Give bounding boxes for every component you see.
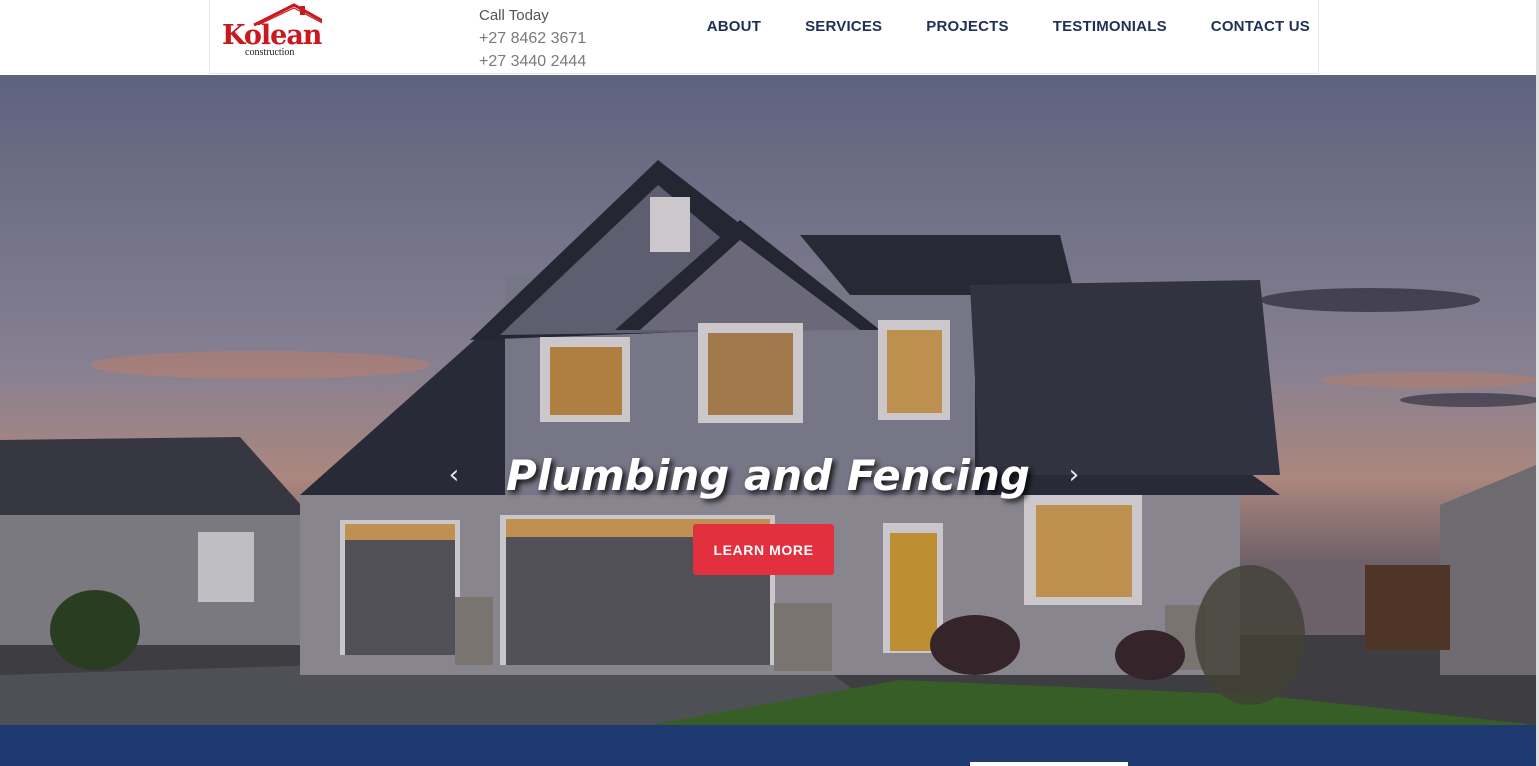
phone-number-2[interactable]: +27 3440 2444 <box>479 50 586 73</box>
brand-tagline: construction <box>245 47 295 58</box>
hero-house-image <box>0 75 1536 725</box>
nav-item-testimonials[interactable]: TESTIMONIALS <box>1053 17 1167 37</box>
section-band <box>0 725 1539 766</box>
chevron-left-icon[interactable]: ‹ <box>442 459 466 491</box>
nav-item-contact-us[interactable]: CONTACT US <box>1211 17 1310 37</box>
nav-item-services[interactable]: SERVICES <box>805 17 882 37</box>
section-divider <box>970 762 1128 766</box>
site-header: Kolean construction Call Today +27 8462 … <box>209 0 1319 74</box>
call-today-label: Call Today <box>479 7 549 24</box>
hero-slider: Plumbing and Fencing ‹ › LEARN MORE <box>0 75 1536 725</box>
contact-info: Call Today +27 8462 3671 +27 3440 2444 <box>479 4 586 73</box>
brand-logo[interactable]: Kolean construction <box>222 3 322 59</box>
nav-item-about[interactable]: ABOUT <box>707 17 761 37</box>
brand-name: Kolean <box>222 20 322 51</box>
nav-item-projects[interactable]: PROJECTS <box>926 17 1008 37</box>
phone-number-1[interactable]: +27 8462 3671 <box>479 27 586 50</box>
learn-more-button[interactable]: LEARN MORE <box>693 524 834 575</box>
hero-title: Plumbing and Fencing <box>506 451 1030 500</box>
main-nav: ABOUT SERVICES PROJECTS TESTIMONIALS CON… <box>663 17 1310 37</box>
chevron-right-icon[interactable]: › <box>1062 459 1086 491</box>
